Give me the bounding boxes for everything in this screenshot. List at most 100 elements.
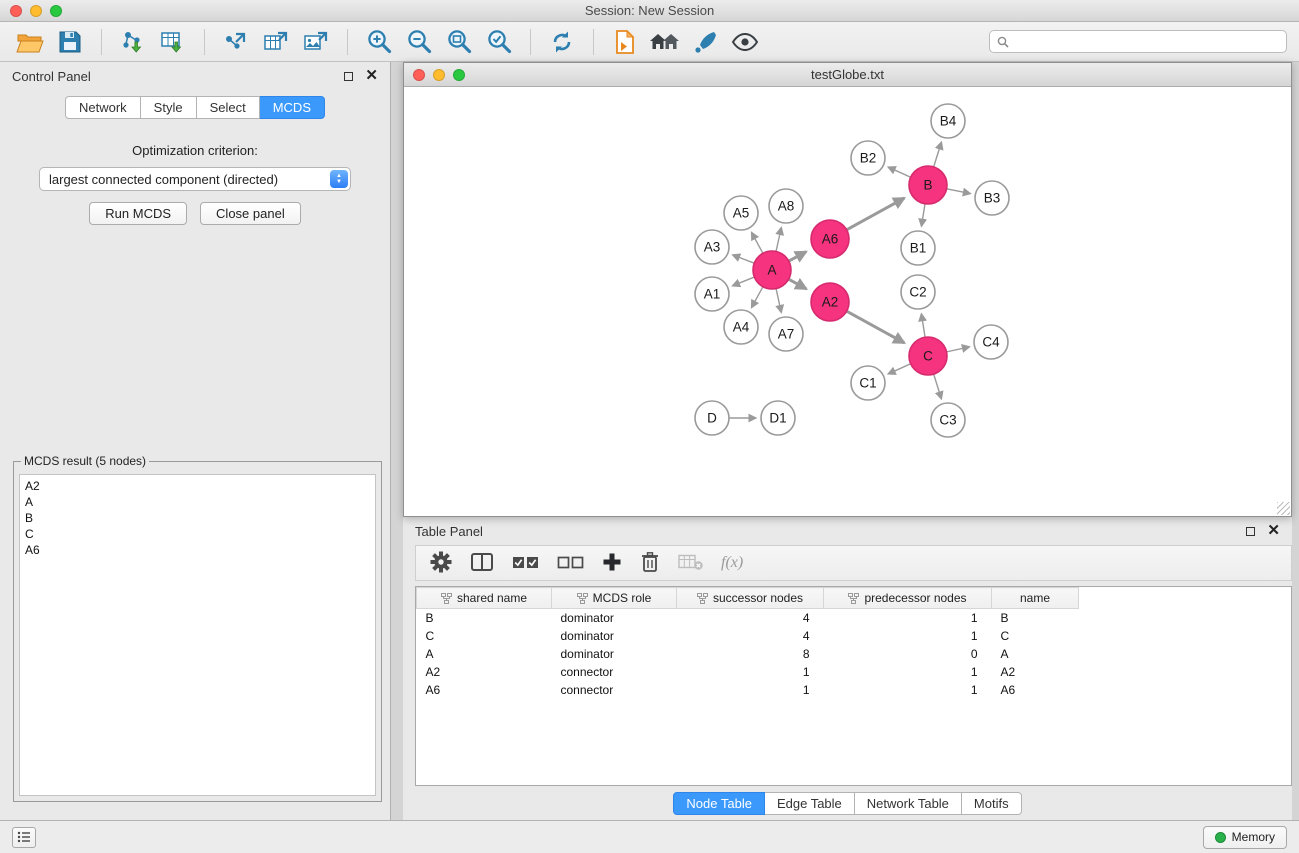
tab-edge-table[interactable]: Edge Table bbox=[765, 792, 855, 815]
network-canvas[interactable]: B4B2BB3A8A5A6A3B1AC2A1A2A4A7C4CC1C3DD1 bbox=[404, 87, 1291, 516]
graph-edge[interactable] bbox=[732, 277, 754, 286]
table-cell[interactable]: dominator bbox=[552, 609, 677, 628]
graph-node-C2[interactable]: C2 bbox=[901, 275, 935, 309]
open-folder-icon[interactable] bbox=[12, 26, 48, 58]
tab-network-table[interactable]: Network Table bbox=[855, 792, 962, 815]
column-header-mcds-role[interactable]: MCDS role bbox=[552, 588, 677, 609]
graph-edge[interactable] bbox=[789, 252, 806, 261]
table-cell[interactable]: A6 bbox=[417, 681, 552, 699]
save-icon[interactable] bbox=[52, 26, 88, 58]
memory-button[interactable]: Memory bbox=[1203, 826, 1287, 849]
search-field[interactable] bbox=[989, 30, 1287, 53]
graph-node-B1[interactable]: B1 bbox=[901, 231, 935, 265]
table-cell[interactable]: dominator bbox=[552, 627, 677, 645]
delete-icon[interactable] bbox=[640, 551, 660, 576]
select-all-icon[interactable] bbox=[512, 553, 539, 574]
graph-edge[interactable] bbox=[947, 189, 971, 194]
close-network-icon[interactable] bbox=[413, 69, 425, 81]
add-column-icon[interactable] bbox=[602, 552, 622, 575]
graph-node-A2[interactable]: A2 bbox=[811, 283, 849, 321]
task-history-icon[interactable] bbox=[12, 827, 36, 848]
table-row[interactable]: A6connector11A6 bbox=[417, 681, 1292, 699]
graph-edge[interactable] bbox=[921, 314, 925, 337]
export-table-icon[interactable] bbox=[258, 26, 294, 58]
search-input[interactable] bbox=[1014, 35, 1279, 49]
graph-node-C4[interactable]: C4 bbox=[974, 325, 1008, 359]
table-row[interactable]: A2connector11A2 bbox=[417, 663, 1292, 681]
column-header-successor-nodes[interactable]: successor nodes bbox=[677, 588, 824, 609]
graph-edge[interactable] bbox=[888, 167, 911, 177]
mcds-result-list[interactable]: A2ABCA6 bbox=[19, 474, 376, 796]
table-cell[interactable]: 4 bbox=[677, 609, 824, 628]
export-network-icon[interactable] bbox=[218, 26, 254, 58]
resize-grip-icon[interactable] bbox=[1277, 502, 1290, 515]
table-cell[interactable]: 1 bbox=[824, 681, 992, 699]
column-header-shared-name[interactable]: shared name bbox=[417, 588, 552, 609]
table-cell[interactable]: A bbox=[992, 645, 1079, 663]
graph-edge[interactable] bbox=[789, 279, 807, 289]
table-cell[interactable]: 1 bbox=[677, 663, 824, 681]
table-row[interactable]: Bdominator41B bbox=[417, 609, 1292, 628]
table-cell[interactable]: 0 bbox=[824, 645, 992, 663]
mcds-result-item[interactable]: A bbox=[25, 494, 370, 510]
column-header-name[interactable]: name bbox=[992, 588, 1079, 609]
table-cell[interactable]: A2 bbox=[992, 663, 1079, 681]
graph-edge[interactable] bbox=[752, 287, 763, 308]
tab-network[interactable]: Network bbox=[65, 96, 141, 119]
import-network-icon[interactable] bbox=[115, 26, 151, 58]
table-cell[interactable]: B bbox=[992, 609, 1079, 628]
table-cell[interactable]: 1 bbox=[824, 627, 992, 645]
tab-style[interactable]: Style bbox=[141, 96, 197, 119]
open-session-file-icon[interactable] bbox=[607, 26, 643, 58]
mcds-result-item[interactable]: A2 bbox=[25, 478, 370, 494]
table-row[interactable]: Cdominator41C bbox=[417, 627, 1292, 645]
graph-node-A4[interactable]: A4 bbox=[724, 310, 758, 344]
optimization-criterion-select[interactable]: largest connected component (directed) ▲… bbox=[39, 167, 351, 191]
table-cell[interactable]: 1 bbox=[824, 663, 992, 681]
minimize-window-icon[interactable] bbox=[30, 5, 42, 17]
table-cell[interactable]: connector bbox=[552, 681, 677, 699]
function-builder-icon[interactable]: f(x) bbox=[721, 554, 743, 572]
graph-node-C[interactable]: C bbox=[909, 337, 947, 375]
graph-edge[interactable] bbox=[934, 374, 942, 399]
deselect-all-icon[interactable] bbox=[557, 553, 584, 574]
graph-node-B4[interactable]: B4 bbox=[931, 104, 965, 138]
graph-node-A[interactable]: A bbox=[753, 251, 791, 289]
graph-node-A8[interactable]: A8 bbox=[769, 189, 803, 223]
graph-node-A1[interactable]: A1 bbox=[695, 277, 729, 311]
table-cell[interactable]: C bbox=[992, 627, 1079, 645]
close-window-icon[interactable] bbox=[10, 5, 22, 17]
graph-node-D1[interactable]: D1 bbox=[761, 401, 795, 435]
column-header-predecessor-nodes[interactable]: predecessor nodes bbox=[824, 588, 992, 609]
float-panel-icon[interactable] bbox=[344, 72, 353, 81]
table-cell[interactable]: connector bbox=[552, 663, 677, 681]
graph-node-C3[interactable]: C3 bbox=[931, 403, 965, 437]
eye-icon[interactable] bbox=[727, 26, 763, 58]
zoom-fit-icon[interactable] bbox=[441, 26, 477, 58]
run-mcds-button[interactable]: Run MCDS bbox=[89, 202, 187, 225]
minimize-network-icon[interactable] bbox=[433, 69, 445, 81]
mcds-result-item[interactable]: A6 bbox=[25, 542, 370, 558]
graph-edge[interactable] bbox=[847, 198, 905, 230]
graph-node-A7[interactable]: A7 bbox=[769, 317, 803, 351]
graph-node-B3[interactable]: B3 bbox=[975, 181, 1009, 215]
mcds-result-item[interactable]: B bbox=[25, 510, 370, 526]
float-table-panel-icon[interactable] bbox=[1246, 527, 1255, 536]
zoom-out-icon[interactable] bbox=[401, 26, 437, 58]
tab-node-table[interactable]: Node Table bbox=[673, 792, 765, 815]
zoom-selected-icon[interactable] bbox=[481, 26, 517, 58]
table-cell[interactable]: A2 bbox=[417, 663, 552, 681]
tab-mcds[interactable]: MCDS bbox=[260, 96, 325, 119]
close-panel-icon[interactable]: ✕ bbox=[365, 71, 378, 81]
columns-icon[interactable] bbox=[470, 552, 494, 575]
table-cell[interactable]: A bbox=[417, 645, 552, 663]
graph-node-B2[interactable]: B2 bbox=[851, 141, 885, 175]
table-cell[interactable]: dominator bbox=[552, 645, 677, 663]
graph-node-C1[interactable]: C1 bbox=[851, 366, 885, 400]
table-cell[interactable]: C bbox=[417, 627, 552, 645]
network-graph[interactable]: B4B2BB3A8A5A6A3B1AC2A1A2A4A7C4CC1C3DD1 bbox=[404, 87, 1291, 516]
close-panel-button[interactable]: Close panel bbox=[200, 202, 301, 225]
graph-edge[interactable] bbox=[888, 364, 911, 374]
graph-edge[interactable] bbox=[947, 347, 970, 352]
graph-node-A5[interactable]: A5 bbox=[724, 196, 758, 230]
